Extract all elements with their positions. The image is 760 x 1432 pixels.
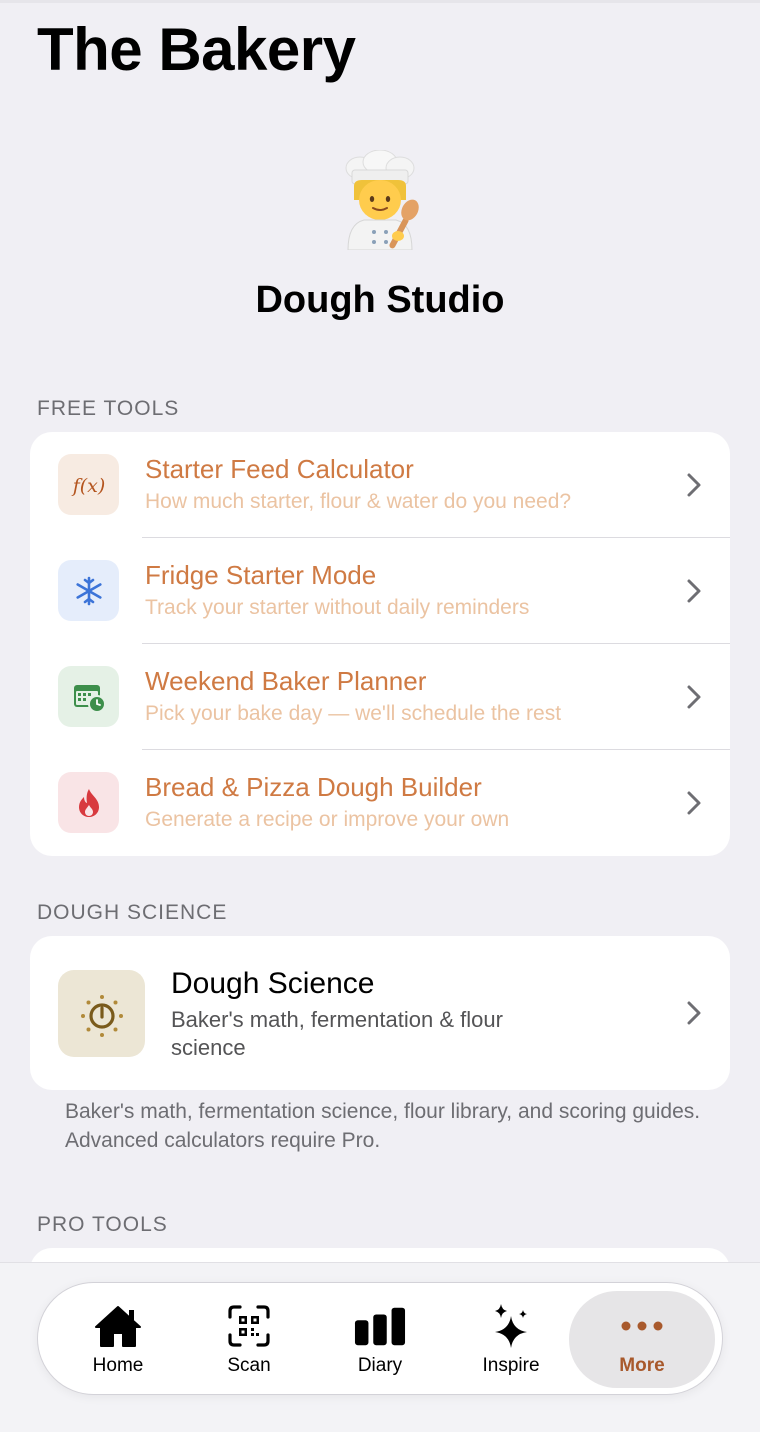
- dough-builder-row[interactable]: Bread & Pizza Dough Builder Generate a r…: [30, 750, 730, 856]
- tab-label: Home: [92, 1355, 144, 1376]
- sparkles-icon: [485, 1303, 537, 1349]
- row-title: Dough Science: [171, 967, 375, 1000]
- free-tools-header: FREE TOOLS: [37, 397, 180, 420]
- dough-science-row[interactable]: Dough Science Baker's math, fermentation…: [30, 936, 730, 1090]
- tab-label: More: [619, 1355, 665, 1376]
- bakery-screen: The Bakery Dough Studio FREE TOOLS f(x) …: [0, 0, 760, 1432]
- chevron-right-icon: [687, 1001, 701, 1025]
- row-title: Starter Feed Calculator: [145, 454, 414, 484]
- tab-label: Diary: [357, 1355, 403, 1376]
- chevron-right-icon: [687, 473, 701, 497]
- weekend-baker-planner-row[interactable]: Weekend Baker Planner Pick your bake day…: [30, 644, 730, 750]
- row-subtitle: Pick your bake day — we'll schedule the …: [145, 702, 562, 725]
- row-title: Bread & Pizza Dough Builder: [145, 772, 482, 802]
- qr-scan-icon: [223, 1303, 275, 1349]
- row-subtitle: Baker's math, fermentation & flour scien…: [171, 1007, 503, 1060]
- tab-diary[interactable]: Diary: [315, 1291, 445, 1388]
- chevron-right-icon: [687, 791, 701, 815]
- row-subtitle: Track your starter without daily reminde…: [145, 596, 530, 619]
- tab-bar: Home Scan Diary Inspire More: [37, 1282, 723, 1395]
- timer-icon: [58, 970, 145, 1057]
- studio-title: Dough Studio: [255, 279, 505, 321]
- row-subtitle: How much starter, flour & water do you n…: [145, 490, 572, 513]
- dough-science-card: Dough Science Baker's math, fermentation…: [30, 936, 730, 1090]
- free-tools-card: f(x) Starter Feed Calculator How much st…: [30, 432, 730, 856]
- home-icon: [92, 1303, 144, 1349]
- pro-tools-header: PRO TOOLS: [37, 1213, 168, 1236]
- row-subtitle: Generate a recipe or improve your own: [145, 808, 510, 831]
- tab-more[interactable]: More: [569, 1291, 715, 1388]
- calendar-clock-icon: [58, 666, 119, 727]
- flame-icon: [58, 772, 119, 833]
- dough-science-footnote: Baker's math, fermentation science, flou…: [65, 1100, 701, 1152]
- function-icon: f(x): [58, 454, 119, 515]
- snowflake-icon: [58, 560, 119, 621]
- top-divider: [0, 0, 760, 3]
- tab-scan[interactable]: Scan: [184, 1291, 314, 1388]
- starter-feed-calculator-row[interactable]: f(x) Starter Feed Calculator How much st…: [30, 432, 730, 538]
- tab-inspire[interactable]: Inspire: [446, 1291, 576, 1388]
- ellipsis-icon: [616, 1303, 668, 1349]
- tab-label: Scan: [227, 1355, 271, 1376]
- row-title: Fridge Starter Mode: [145, 560, 377, 590]
- tab-label: Inspire: [482, 1355, 540, 1376]
- page-title: The Bakery: [37, 16, 356, 83]
- chef-emoji-icon: [330, 149, 430, 251]
- fridge-starter-mode-row[interactable]: Fridge Starter Mode Track your starter w…: [30, 538, 730, 644]
- svg-text:f(x): f(x): [70, 475, 105, 497]
- chevron-right-icon: [687, 579, 701, 603]
- row-title: Weekend Baker Planner: [145, 666, 427, 696]
- dough-science-header: DOUGH SCIENCE: [37, 901, 228, 924]
- chevron-right-icon: [687, 685, 701, 709]
- bar-chart-icon: [354, 1303, 406, 1349]
- tab-home[interactable]: Home: [53, 1291, 183, 1388]
